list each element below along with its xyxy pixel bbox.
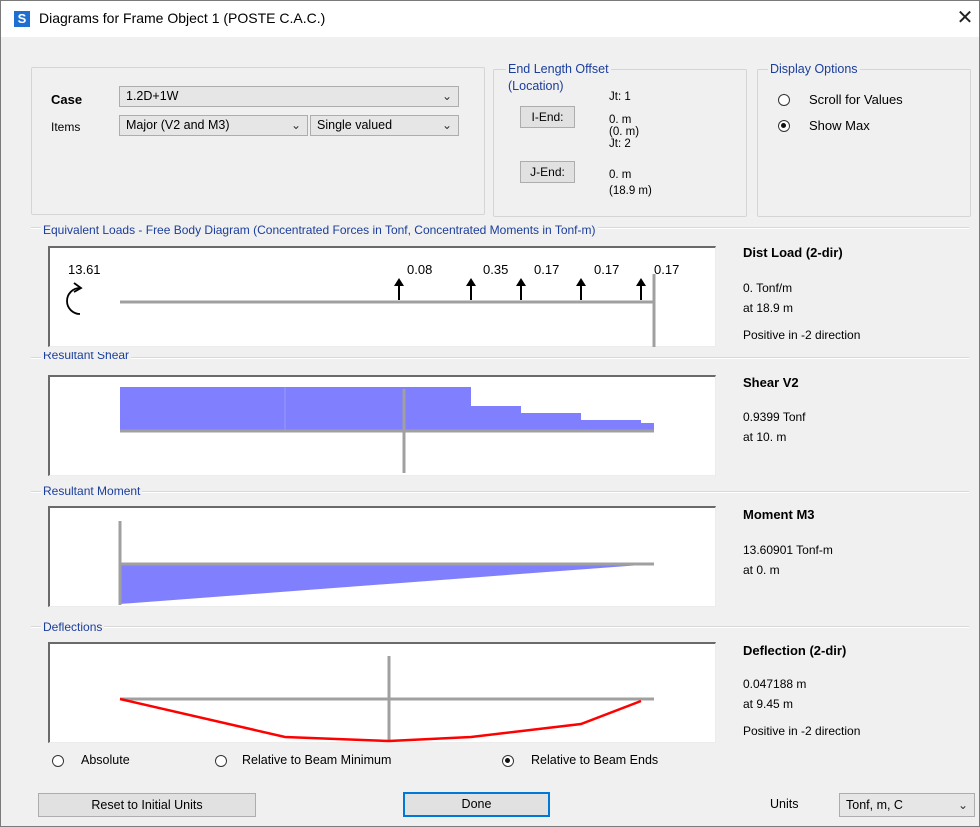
deflection-info-title: Deflection (2-dir): [743, 643, 847, 658]
diagram-window: S Diagrams for Frame Object 1 (POSTE C.A…: [0, 0, 980, 827]
i-end-location: (0. m): [609, 126, 640, 138]
force-arrow-5: [636, 278, 646, 300]
fbd-svg: 13.61 0.08 0.35 0.17 0.17 0.17: [66, 262, 679, 347]
force-label: 0.17: [534, 262, 559, 277]
absolute-radio[interactable]: [52, 755, 64, 767]
relative-min-radio[interactable]: [215, 755, 227, 767]
fbd-plot: 13.61 0.08 0.35 0.17 0.17 0.17: [48, 246, 716, 347]
i-end-button[interactable]: I-End:: [520, 106, 575, 128]
reset-units-button[interactable]: Reset to Initial Units: [38, 793, 256, 817]
j-end-value: 0. m: [609, 169, 632, 181]
shear-info-value: 0.9399 Tonf: [743, 410, 806, 424]
show-max-label[interactable]: Show Max: [809, 118, 870, 133]
done-button[interactable]: Done: [403, 792, 550, 817]
case-select-value: 1.2D+1W: [126, 89, 179, 103]
title-bar[interactable]: S Diagrams for Frame Object 1 (POSTE C.A…: [1, 1, 979, 37]
force-label: 0.17: [654, 262, 679, 277]
force-label: 0.08: [407, 262, 432, 277]
force-arrow-4: [576, 278, 586, 300]
moment-plot: [48, 506, 716, 607]
scroll-for-values-radio[interactable]: [778, 94, 790, 106]
shear-group-label: Resultant Shear: [41, 352, 132, 360]
relative-ends-label[interactable]: Relative to Beam Ends: [531, 753, 658, 767]
shear-diagram-fill: [120, 387, 654, 431]
end-offset-group-label: End Length Offset: [506, 62, 611, 76]
j-end-location: (18.9 m): [609, 185, 652, 197]
force-arrow-3: [516, 278, 526, 300]
window-title: Diagrams for Frame Object 1 (POSTE C.A.C…: [39, 10, 326, 26]
shear-info-title: Shear V2: [743, 375, 799, 390]
chevron-down-icon: ⌄: [957, 798, 968, 812]
app-logo-icon: S: [14, 11, 30, 27]
show-max-radio[interactable]: [778, 120, 790, 132]
deflection-info-at: at 9.45 m: [743, 697, 794, 711]
moment-svg: [118, 521, 654, 605]
moment-group-label: Resultant Moment: [41, 484, 143, 498]
i-end-joint: Jt: 1: [609, 91, 631, 103]
j-end-joint: Jt: 2: [609, 138, 631, 150]
items-select-value: Major (V2 and M3): [126, 118, 230, 132]
scroll-for-values-label[interactable]: Scroll for Values: [809, 92, 903, 107]
case-select[interactable]: 1.2D+1W ⌄: [119, 86, 459, 107]
absolute-label[interactable]: Absolute: [81, 753, 130, 767]
shear-separator: [31, 357, 969, 359]
deflection-svg: [119, 656, 654, 743]
j-end-button[interactable]: J-End:: [520, 161, 575, 183]
deflection-separator: [31, 626, 969, 628]
location-label: (Location): [508, 79, 564, 93]
force-label: 0.35: [483, 262, 508, 277]
moment-separator: [31, 491, 969, 493]
fbd-info-note: Positive in -2 direction: [743, 328, 861, 342]
moment-arc-icon: [66, 287, 81, 315]
units-select[interactable]: Tonf, m, C ⌄: [839, 793, 975, 817]
fbd-group-label: Equivalent Loads - Free Body Diagram (Co…: [41, 223, 598, 237]
shear-plot: [48, 375, 716, 476]
deflection-plot: [48, 642, 716, 743]
deflection-info-value: 0.047188 m: [743, 677, 807, 691]
valued-select-value: Single valued: [317, 118, 393, 132]
moment-info-value: 13.60901 Tonf-m: [743, 543, 833, 557]
moment-diagram-fill: [120, 564, 654, 604]
shear-svg: [120, 387, 654, 473]
relative-ends-radio[interactable]: [502, 755, 514, 767]
units-select-value: Tonf, m, C: [846, 798, 903, 812]
force-label: 0.17: [594, 262, 619, 277]
case-label: Case: [51, 92, 83, 107]
force-arrow-1: [394, 278, 404, 300]
force-arrow-2: [466, 278, 476, 300]
moment-info-at: at 0. m: [743, 563, 780, 577]
valued-select[interactable]: Single valued ⌄: [310, 115, 459, 136]
display-options-group-label: Display Options: [768, 62, 860, 76]
fbd-info-title: Dist Load (2-dir): [743, 245, 843, 260]
fbd-info-value: 0. Tonf/m: [743, 281, 793, 295]
close-icon[interactable]: ✕: [954, 7, 976, 29]
fbd-info-at: at 18.9 m: [743, 301, 794, 315]
i-end-value: 0. m: [609, 114, 632, 126]
deflected-shape-line: [119, 697, 642, 743]
chevron-down-icon: ⌄: [441, 89, 452, 103]
deflection-group-label: Deflections: [41, 620, 105, 634]
moment-info-title: Moment M3: [743, 507, 815, 522]
moment-label: 13.61: [68, 262, 101, 277]
units-label: Units: [770, 797, 799, 811]
items-label: Items: [51, 120, 81, 134]
items-select[interactable]: Major (V2 and M3) ⌄: [119, 115, 308, 136]
deflection-info-note: Positive in -2 direction: [743, 724, 861, 738]
shear-info-at: at 10. m: [743, 430, 787, 444]
chevron-down-icon: ⌄: [290, 118, 301, 132]
chevron-down-icon: ⌄: [441, 118, 452, 132]
relative-min-label[interactable]: Relative to Beam Minimum: [242, 753, 391, 767]
